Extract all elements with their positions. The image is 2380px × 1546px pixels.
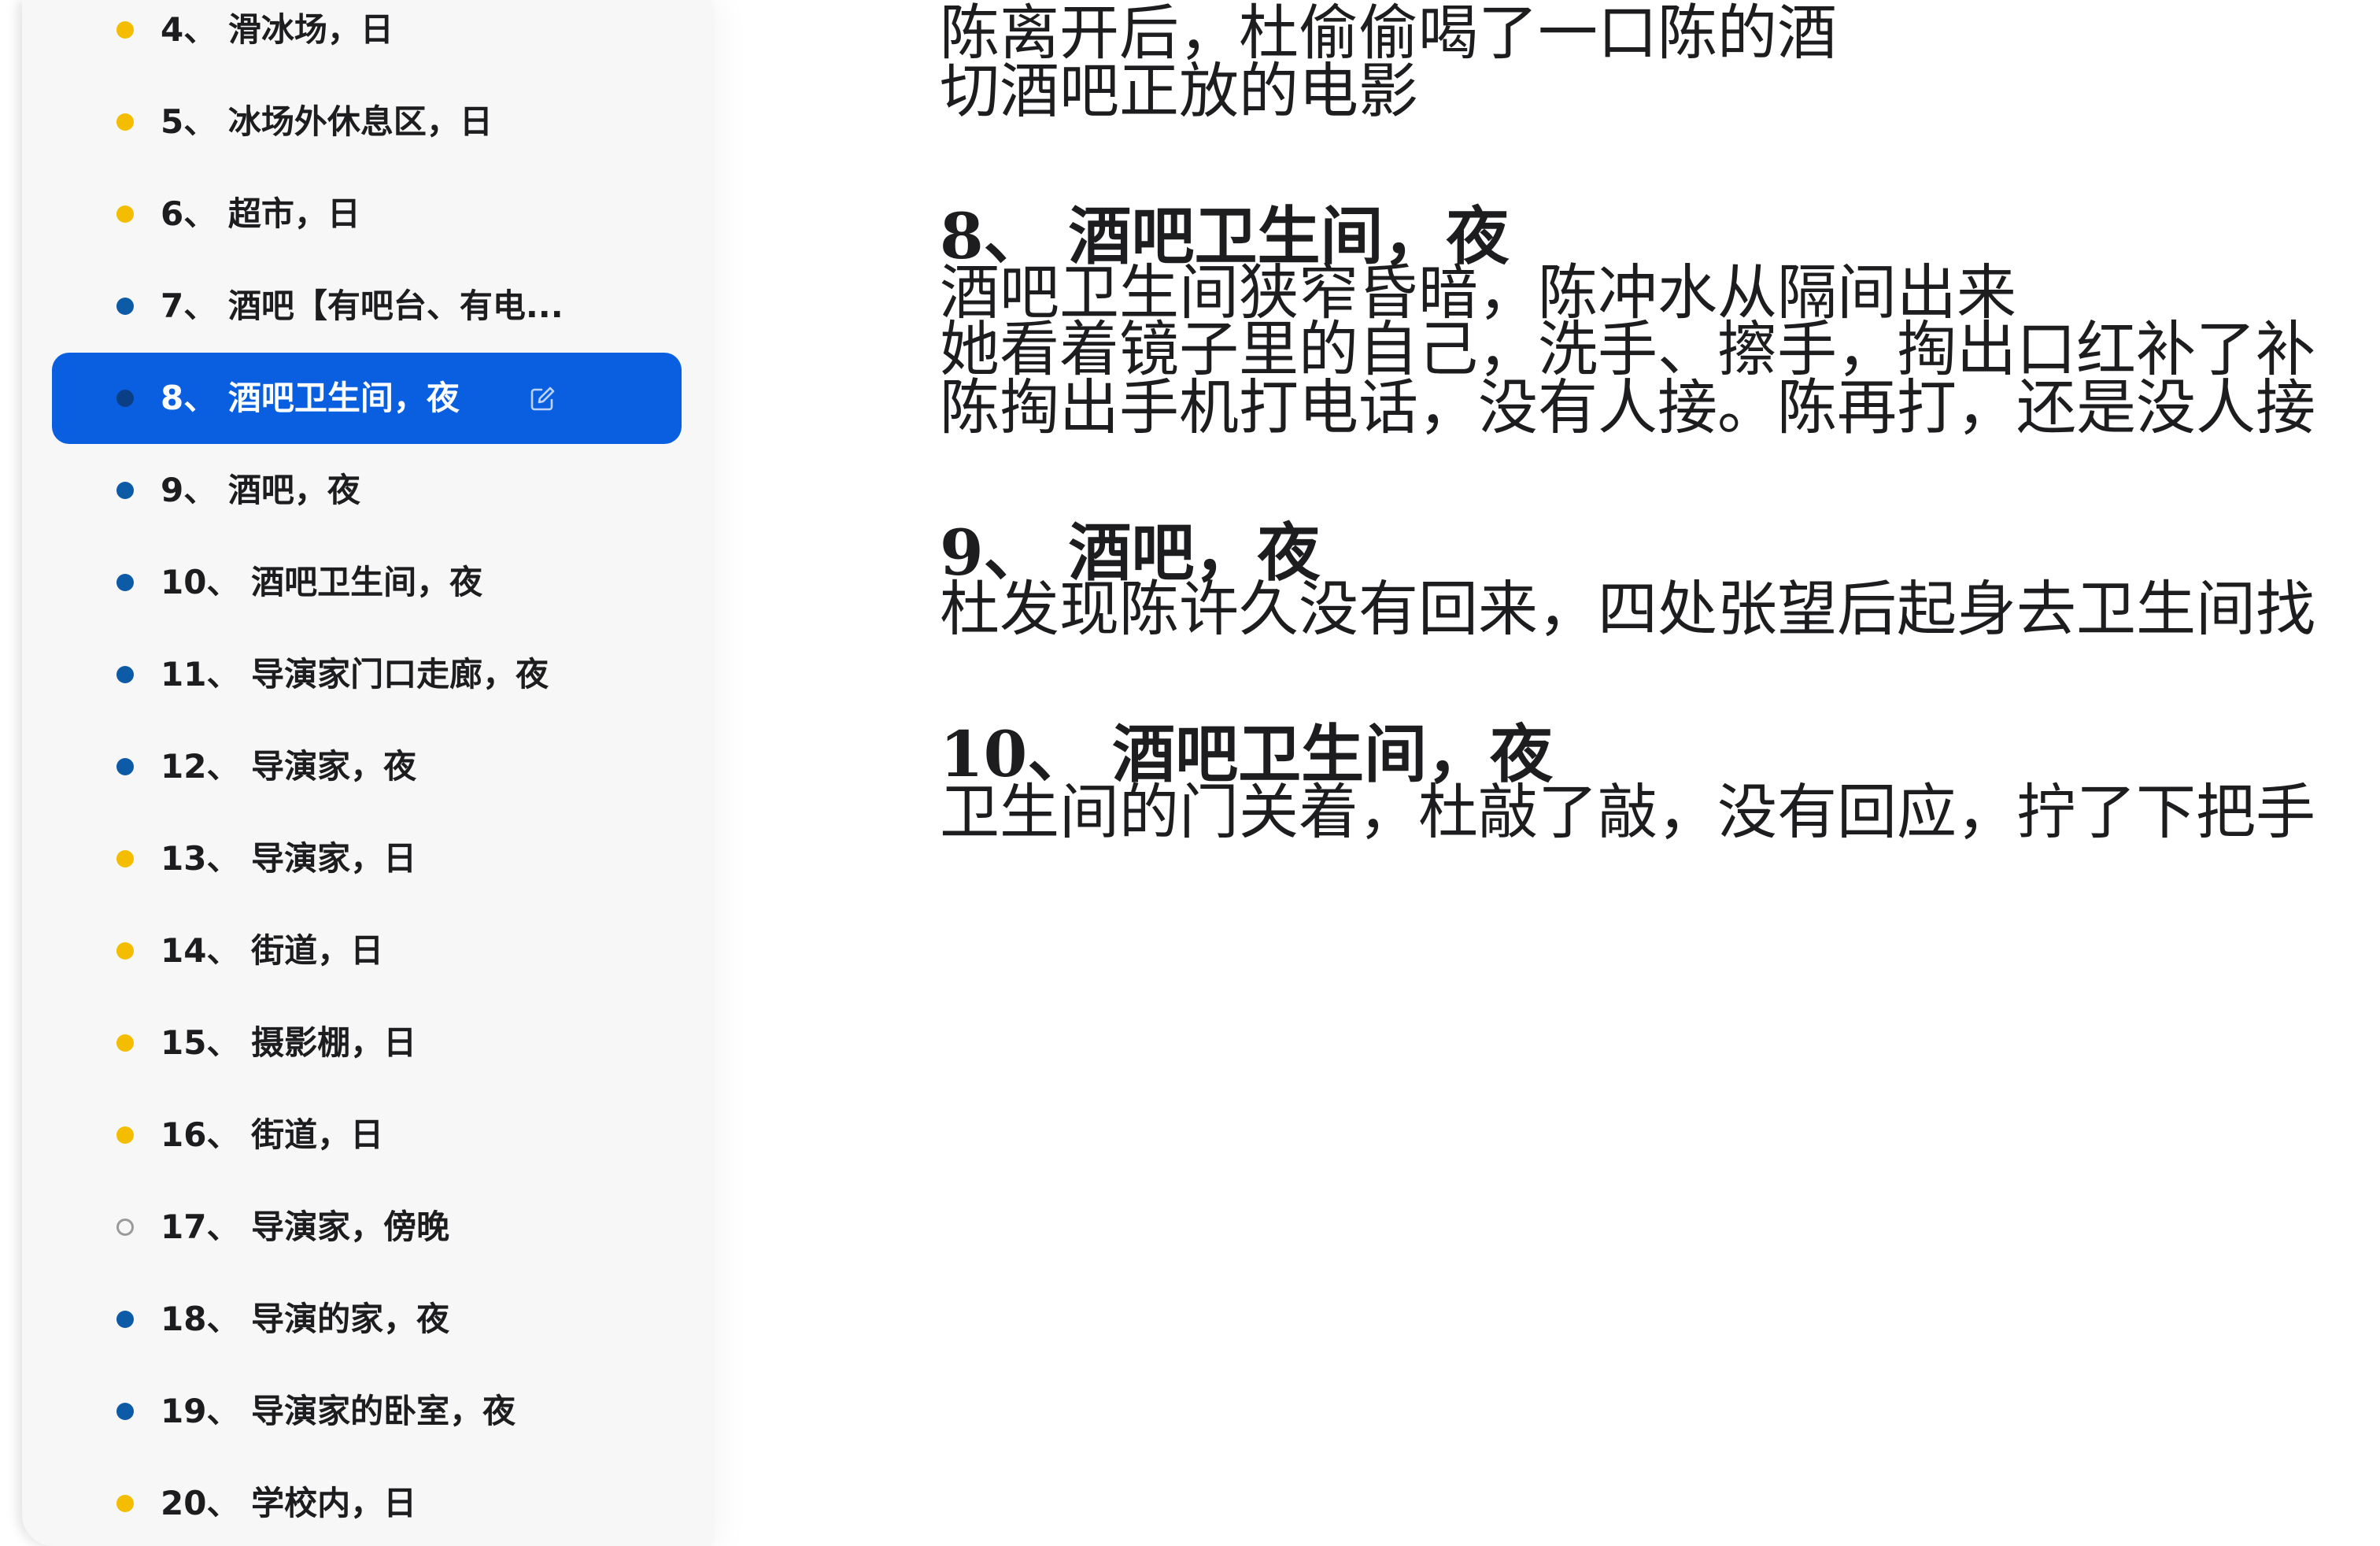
night-scene-dot <box>116 1311 134 1328</box>
scene-item-label: 13、 导演家，日 <box>161 839 417 878</box>
scene-item-label: 5、 冰场外休息区，日 <box>161 102 493 141</box>
scene-item[interactable]: 5、 冰场外休息区，日 <box>52 76 682 168</box>
scene-item-label: 19、 导演家的卧室，夜 <box>161 1392 516 1430</box>
scene-item[interactable]: 11、 导演家门口走廊，夜 <box>52 629 682 720</box>
scene-item-label: 12、 导演家，夜 <box>161 747 417 786</box>
scene-item[interactable]: 16、 街道，日 <box>52 1089 682 1181</box>
scene-item-selected[interactable]: 8、 酒吧卫生间，夜 <box>52 353 682 444</box>
scene-item-label: 14、 街道，日 <box>161 931 384 970</box>
day-scene-dot <box>116 21 134 39</box>
day-scene-dot <box>116 850 134 867</box>
day-scene-dot <box>116 205 134 223</box>
scene-sidebar: 4、 滑冰场，日 5、 冰场外休息区，日 6、 超市，日 7、 酒吧【有吧台、有电..… <box>22 0 711 1546</box>
scene-item[interactable]: 20、 学校内，日 <box>52 1458 682 1546</box>
scene-item[interactable]: 15、 摄影棚，日 <box>52 997 682 1089</box>
day-scene-dot <box>116 1034 134 1052</box>
app-window: 4、 滑冰场，日 5、 冰场外休息区，日 6、 超市，日 7、 酒吧【有吧台、有电..… <box>0 0 2380 1546</box>
night-scene-dot <box>116 482 134 499</box>
script-line[interactable]: 切酒吧正放的电影 <box>940 52 1418 131</box>
scene-item[interactable]: 14、 街道，日 <box>52 905 682 997</box>
night-scene-dot <box>116 666 134 683</box>
scene-item[interactable]: 19、 导演家的卧室，夜 <box>52 1366 682 1457</box>
scene-item[interactable]: 18、 导演的家，夜 <box>52 1274 682 1365</box>
edit-icon[interactable] <box>529 386 556 412</box>
scene-item-label: 15、 摄影棚，日 <box>161 1023 417 1062</box>
night-scene-dot <box>116 390 134 407</box>
scene-item-label: 8、 酒吧卫生间，夜 <box>161 379 460 417</box>
scene-item[interactable]: 7、 酒吧【有吧台、有电... <box>52 261 682 352</box>
dusk-scene-dot <box>116 1219 134 1236</box>
scene-item-label: 17、 导演家，傍晚 <box>161 1208 450 1246</box>
script-editor[interactable]: 陈离开后，杜偷偷喝了一口陈的酒 切酒吧正放的电影 8、 酒吧卫生间，夜 酒吧卫生间狭窄… <box>711 0 2380 1546</box>
script-line[interactable]: 卫生间的门关着，杜敲了敲，没有回应，拧了下把手 <box>940 773 2315 852</box>
scene-item-label: 18、 导演的家，夜 <box>161 1300 450 1338</box>
day-scene-dot <box>116 942 134 960</box>
script-line[interactable]: 陈掏出手机打电话，没有人接。陈再打，还是没人接 <box>940 368 2315 447</box>
scene-item-label: 11、 导演家门口走廊，夜 <box>161 655 549 693</box>
day-scene-dot <box>116 1126 134 1144</box>
scene-item-label: 9、 酒吧，夜 <box>161 471 360 509</box>
night-scene-dot <box>116 758 134 775</box>
scene-item[interactable]: 10、 酒吧卫生间，夜 <box>52 537 682 628</box>
scene-item[interactable]: 6、 超市，日 <box>52 168 682 260</box>
script-line[interactable]: 杜发现陈许久没有回来，四处张望后起身去卫生间找 <box>940 570 2315 649</box>
scene-item-label: 16、 街道，日 <box>161 1115 384 1154</box>
scene-item-label: 4、 滑冰场，日 <box>161 10 394 49</box>
scene-item[interactable]: 9、 酒吧，夜 <box>52 445 682 536</box>
scene-item-label: 20、 学校内，日 <box>161 1484 417 1522</box>
scene-item-label: 10、 酒吧卫生间，夜 <box>161 563 483 601</box>
night-scene-dot <box>116 1403 134 1420</box>
scene-item-label: 6、 超市，日 <box>161 194 360 233</box>
night-scene-dot <box>116 298 134 315</box>
scene-item[interactable]: 17、 导演家，傍晚 <box>52 1182 682 1273</box>
day-scene-dot <box>116 113 134 131</box>
scene-item[interactable]: 4、 滑冰场，日 <box>52 0 682 76</box>
scene-item[interactable]: 13、 导演家，日 <box>52 813 682 904</box>
scene-item-label: 7、 酒吧【有吧台、有电... <box>161 287 564 325</box>
scene-item[interactable]: 12、 导演家，夜 <box>52 721 682 812</box>
day-scene-dot <box>116 1495 134 1512</box>
night-scene-dot <box>116 574 134 591</box>
